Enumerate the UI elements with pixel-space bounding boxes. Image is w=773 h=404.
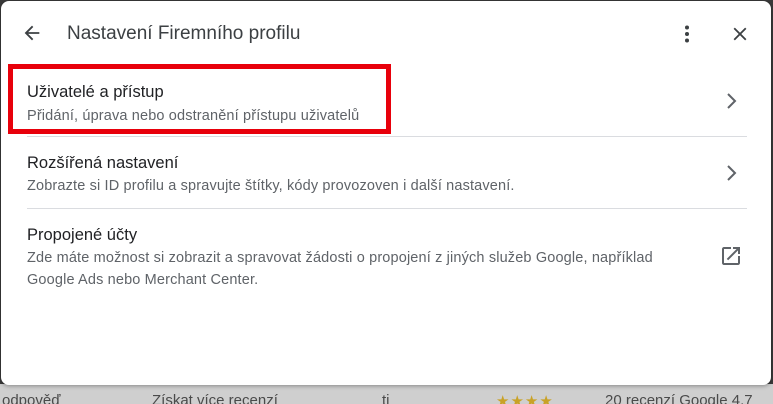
- chevron-right-icon: [719, 89, 743, 113]
- menu-item-users-access[interactable]: Uživatelé a přístup Přidání, úprava nebo…: [27, 65, 747, 135]
- item-description: Zobrazte si ID profilu a spravujte štítk…: [27, 178, 515, 194]
- background-text: Získat více recenzí: [152, 392, 278, 404]
- dialog-header: Nastavení Firemního profilu: [1, 1, 771, 65]
- item-title: Uživatelé a přístup: [27, 83, 164, 101]
- open-in-new-icon: [719, 244, 743, 268]
- item-title: Rozšířená nastavení: [27, 154, 179, 172]
- background-text: 20 recenzí Google 4,7: [605, 392, 753, 404]
- menu-item-advanced-settings[interactable]: Rozšířená nastavení Zobrazte si ID profi…: [27, 137, 747, 208]
- item-description: Google Ads nebo Merchant Center.: [27, 272, 259, 288]
- background-text: odpověď: [2, 392, 61, 404]
- item-title: Propojené účty: [27, 226, 138, 244]
- chevron-right-icon: [719, 161, 743, 185]
- arrow-left-icon: [21, 22, 43, 49]
- close-icon: [729, 23, 751, 50]
- item-description: Zde máte možnost si zobrazit a spravovat…: [27, 250, 653, 266]
- more-vert-icon: [675, 22, 699, 51]
- background-text: ti: [382, 392, 390, 404]
- close-button[interactable]: [725, 21, 755, 51]
- more-options-button[interactable]: [675, 21, 699, 51]
- item-description: Přidání, úprava nebo odstranění přístupu…: [27, 108, 360, 124]
- back-button[interactable]: [18, 21, 46, 49]
- background-page: odpověď Získat více recenzí ti ★★★★ 20 r…: [0, 384, 773, 404]
- star-rating: ★★★★: [496, 393, 554, 404]
- menu-item-linked-accounts[interactable]: Propojené účty Zde máte možnost si zobra…: [27, 209, 747, 299]
- settings-dialog: Nastavení Firemního profilu Uživatelé a …: [1, 1, 771, 385]
- dialog-title: Nastavení Firemního profilu: [67, 23, 301, 44]
